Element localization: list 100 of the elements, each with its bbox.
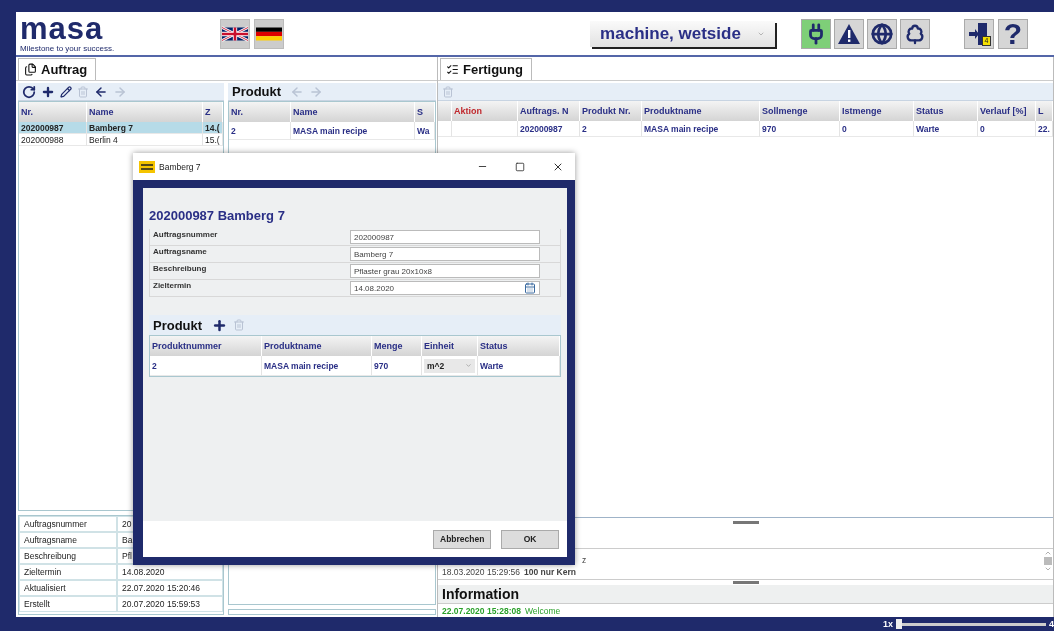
forward-icon <box>113 84 127 99</box>
log-text: z <box>582 555 587 567</box>
maximize-icon <box>515 161 525 172</box>
caret-icon <box>465 362 472 369</box>
column-header[interactable]: Nr. <box>229 102 291 122</box>
splitter-handle[interactable] <box>732 520 759 524</box>
column-header[interactable]: Nr. <box>19 102 87 122</box>
column-header[interactable]: Name <box>87 102 203 122</box>
back-button[interactable] <box>94 84 108 99</box>
dialog-heading: 202000987 Bamberg 7 <box>149 208 286 223</box>
zoom-max-label: 4 <box>1049 619 1054 629</box>
machine-dropdown[interactable]: machine, wetside <box>590 20 775 47</box>
zoom-slider[interactable] <box>896 619 1046 629</box>
table-cell[interactable]: 202000987 <box>19 122 87 134</box>
back-icon <box>290 84 305 99</box>
scroll-up-icon <box>1044 549 1052 557</box>
slider-thumb[interactable] <box>896 619 902 629</box>
add-button[interactable] <box>212 317 228 333</box>
detail-label: Erstellt <box>19 596 117 612</box>
table-cell[interactable]: Berlin 4 <box>87 134 203 146</box>
cancel-button[interactable]: Abbrechen <box>433 529 491 549</box>
log-time: 22.07.2020 15:28:08 <box>442 605 521 616</box>
help-button[interactable]: ? <box>998 18 1028 49</box>
german-flag-icon[interactable] <box>254 18 284 49</box>
table-cell: MASA main recipe <box>642 121 760 137</box>
detail-label: Auftragsnummer <box>19 516 117 532</box>
column-header[interactable]: L <box>1036 101 1053 121</box>
input-field[interactable]: Pflaster grau 20x10x8 <box>350 264 540 278</box>
zoom-min-label: 1x <box>882 619 893 629</box>
table-cell: 0 <box>978 121 1036 137</box>
globe-status-button[interactable] <box>867 18 897 49</box>
table-cell[interactable]: Wa <box>415 122 435 140</box>
field-label: Auftragsnummer <box>152 229 219 239</box>
unit-dropdown[interactable]: m^2 <box>424 358 475 373</box>
panel-title: Produkt <box>232 84 282 99</box>
column-header[interactable]: Status <box>478 336 560 356</box>
documents-icon <box>24 63 37 76</box>
table-cell: 202000987 <box>518 121 580 137</box>
table-cell[interactable]: 2 <box>229 122 291 140</box>
logo: masa <box>20 14 105 44</box>
tagline: Milestone to your success. <box>20 44 116 53</box>
add-icon <box>41 84 55 99</box>
header-cell[interactable] <box>438 101 452 121</box>
edit-button[interactable] <box>60 85 72 98</box>
table-cell: Warte <box>478 356 560 376</box>
detail-value: 20.07.2020 15:59:53 <box>117 596 223 612</box>
plug-status-button[interactable] <box>801 18 831 49</box>
table-cell[interactable]: Bamberg 7 <box>87 122 203 134</box>
tab[interactable]: Auftrag <box>18 58 97 80</box>
add-button[interactable] <box>41 84 55 99</box>
refresh-button[interactable] <box>22 84 36 99</box>
log-text: 100 nur Kern <box>524 567 576 579</box>
date-field[interactable]: 14.08.2020 <box>350 281 540 295</box>
column-header[interactable]: Produktname <box>262 336 372 356</box>
uk-flag-icon[interactable] <box>220 18 250 49</box>
table-cell[interactable]: 202000988 <box>19 134 87 146</box>
calendar-icon <box>524 282 536 294</box>
input-field[interactable]: Bamberg 7 <box>350 247 540 261</box>
log-time: 18.03.2020 15:29:56 <box>442 567 520 579</box>
scroll-down-icon <box>1044 565 1052 573</box>
column-header[interactable]: Auftrags. N <box>518 101 580 121</box>
log-text: Welcome <box>524 605 561 616</box>
column-header[interactable]: Produktname <box>642 101 760 121</box>
column-header[interactable]: Aktion <box>452 101 518 121</box>
field-label: Auftragsname <box>152 246 208 256</box>
column-header[interactable]: Produktnummer <box>150 336 262 356</box>
column-header[interactable]: Einheit <box>422 336 478 356</box>
column-header[interactable]: Menge <box>372 336 422 356</box>
column-header[interactable]: Verlauf [%] <box>978 101 1036 121</box>
warning-status-button[interactable] <box>834 18 864 49</box>
splitter-handle[interactable] <box>732 581 759 584</box>
delete-icon <box>77 85 89 98</box>
table-cell[interactable]: MASA main recipe <box>291 122 415 140</box>
table-cell: 970 <box>372 356 422 376</box>
table-cell[interactable]: 14.( <box>203 122 223 134</box>
column-header[interactable]: S <box>415 102 435 122</box>
tab[interactable]: Fertigung <box>440 58 532 80</box>
tree-status-button[interactable] <box>900 18 930 49</box>
add-icon <box>212 317 228 333</box>
section-title: Produkt <box>153 317 203 333</box>
detail-label: Auftragsname <box>19 532 117 548</box>
column-header[interactable]: Produkt Nr. <box>580 101 642 121</box>
column-header[interactable]: Z <box>203 102 223 122</box>
column-header[interactable]: Name <box>291 102 415 122</box>
information-title: Information <box>438 585 1053 603</box>
tree-icon <box>904 22 926 45</box>
input-field[interactable]: 202000987 <box>350 230 540 244</box>
back-icon <box>94 84 108 99</box>
detail-label: Beschreibung <box>19 548 117 564</box>
column-header[interactable]: Istmenge <box>840 101 914 121</box>
column-header[interactable]: Status <box>914 101 978 121</box>
edit-icon <box>60 85 72 98</box>
column-header[interactable]: Sollmenge <box>760 101 840 121</box>
ok-button[interactable]: OK <box>501 529 559 549</box>
table-cell: MASA main recipe <box>262 356 372 376</box>
table-cell: 2 <box>150 356 262 376</box>
table-cell[interactable]: 15.( <box>203 134 223 146</box>
table-cell: 0 <box>840 121 914 137</box>
detail-label: Aktualisiert <box>19 580 117 596</box>
table-cell: 2 <box>580 121 642 137</box>
